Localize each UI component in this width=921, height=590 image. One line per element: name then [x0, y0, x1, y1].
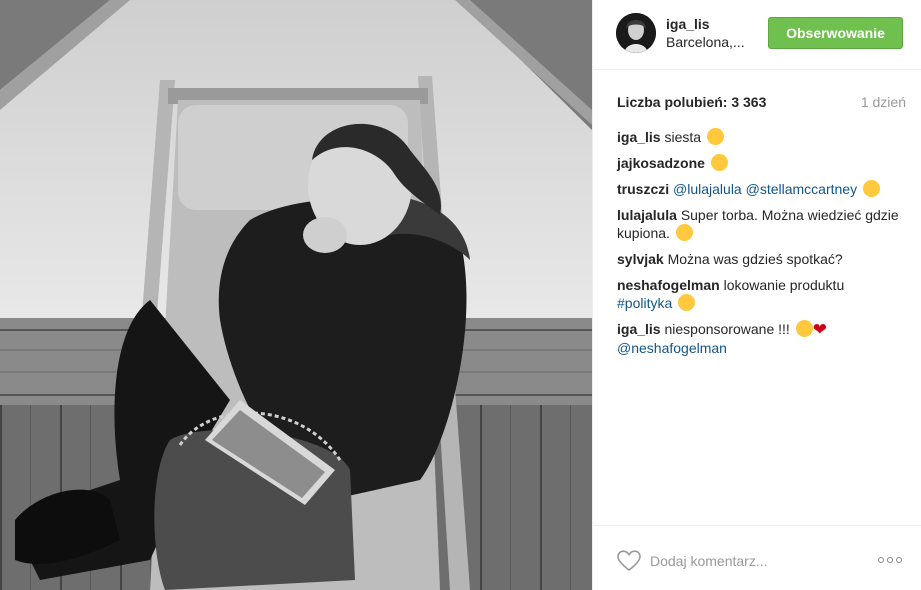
comment-item: iga_lis niesponsorowane !!! ❤ @neshafoge…	[617, 320, 902, 357]
follow-button[interactable]: Obserwowanie	[768, 17, 903, 49]
comment-username[interactable]: truszczi	[617, 181, 669, 197]
post-photo[interactable]	[0, 0, 592, 590]
more-dot-icon	[887, 557, 893, 563]
red-heart-emoji: ❤	[812, 320, 827, 339]
wink-emoji	[862, 180, 880, 197]
location-link[interactable]: Barcelona,...	[666, 34, 745, 50]
post-header: iga_lis Barcelona,... Obserwowanie	[593, 0, 921, 70]
avatar-image	[616, 13, 656, 53]
sleepy-emoji	[706, 128, 724, 145]
post-side-panel: iga_lis Barcelona,... Obserwowanie Liczb…	[592, 0, 921, 590]
avatar[interactable]	[616, 13, 656, 53]
comment-text: lokowanie produktu	[723, 277, 845, 293]
likes-count[interactable]: Liczba polubień: 3 363	[617, 94, 766, 110]
comment-item: lulajalula Super torba. Można wiedzieć g…	[617, 206, 902, 242]
comment-text: niesponsorowane !!!	[664, 321, 790, 337]
instagram-post-modal: iga_lis Barcelona,... Obserwowanie Liczb…	[0, 0, 921, 590]
heart-outline-icon[interactable]	[617, 550, 641, 572]
mention-link[interactable]: #polityka	[617, 295, 672, 311]
heart-eyes-emoji	[710, 154, 728, 171]
mention-link[interactable]: @stellamccartney	[746, 181, 857, 197]
comment-text: siesta	[664, 129, 702, 145]
mention-link[interactable]: @neshafogelman	[617, 340, 727, 356]
heart-eyes-emoji	[678, 294, 696, 311]
grin-emoji	[675, 224, 693, 241]
mention-link[interactable]: @lulajalula	[673, 181, 742, 197]
username-link[interactable]: iga_lis	[666, 16, 710, 32]
comment-username[interactable]: jajkosadzone	[617, 155, 705, 171]
more-dot-icon	[896, 557, 902, 563]
comment-item: iga_lis siesta	[617, 128, 902, 146]
more-dot-icon	[878, 557, 884, 563]
comment-username[interactable]: sylvjak	[617, 251, 664, 267]
comment-item: neshafogelman lokowanie produktu #polity…	[617, 276, 902, 312]
post-footer	[593, 525, 921, 590]
post-time[interactable]: 1 dzień	[861, 94, 906, 110]
comment-username[interactable]: iga_lis	[617, 321, 661, 337]
comment-item: truszczi @lulajalula @stellamccartney	[617, 180, 902, 198]
more-options-icon[interactable]	[878, 557, 902, 563]
comment-input[interactable]	[650, 550, 850, 572]
photo-illustration	[0, 0, 592, 590]
comment-username[interactable]: iga_lis	[617, 129, 661, 145]
comment-text: Można was gdzieś spotkać?	[667, 251, 843, 267]
comment-item: sylvjak Można was gdzieś spotkać?	[617, 250, 902, 268]
comment-item: jajkosadzone	[617, 154, 902, 172]
post-meta: Liczba polubień: 3 363 1 dzień	[617, 94, 906, 112]
comments-list: iga_lis siesta jajkosadzone truszczi @lu…	[617, 128, 902, 365]
laugh-emoji	[795, 320, 813, 337]
comment-username[interactable]: neshafogelman	[617, 277, 720, 293]
comment-username[interactable]: lulajalula	[617, 207, 677, 223]
